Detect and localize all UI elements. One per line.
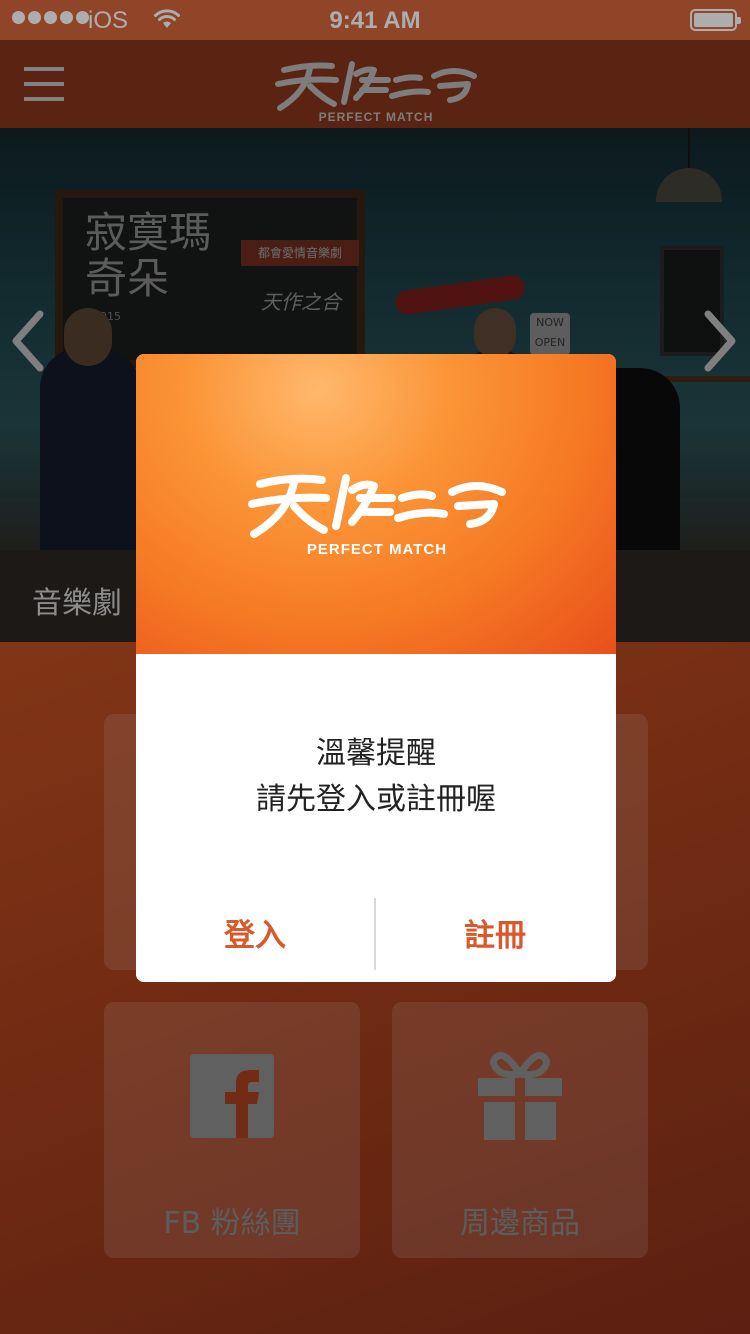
dialog-header: PERFECT MATCH [136, 354, 616, 654]
dialog-message: 請先登入或註冊喔 [256, 782, 496, 817]
dialog-title: 溫馨提醒 [316, 736, 436, 771]
dialog-logo-tagline: PERFECT MATCH [307, 541, 447, 556]
login-reminder-dialog: PERFECT MATCH 溫馨提醒 請先登入或註冊喔 登入 註冊 [136, 354, 616, 982]
perfect-match-logo: PERFECT MATCH [248, 474, 506, 556]
login-button[interactable]: 登入 [136, 898, 374, 974]
dialog-body: 溫馨提醒 請先登入或註冊喔 登入 註冊 [136, 654, 616, 982]
register-button[interactable]: 註冊 [376, 898, 614, 974]
